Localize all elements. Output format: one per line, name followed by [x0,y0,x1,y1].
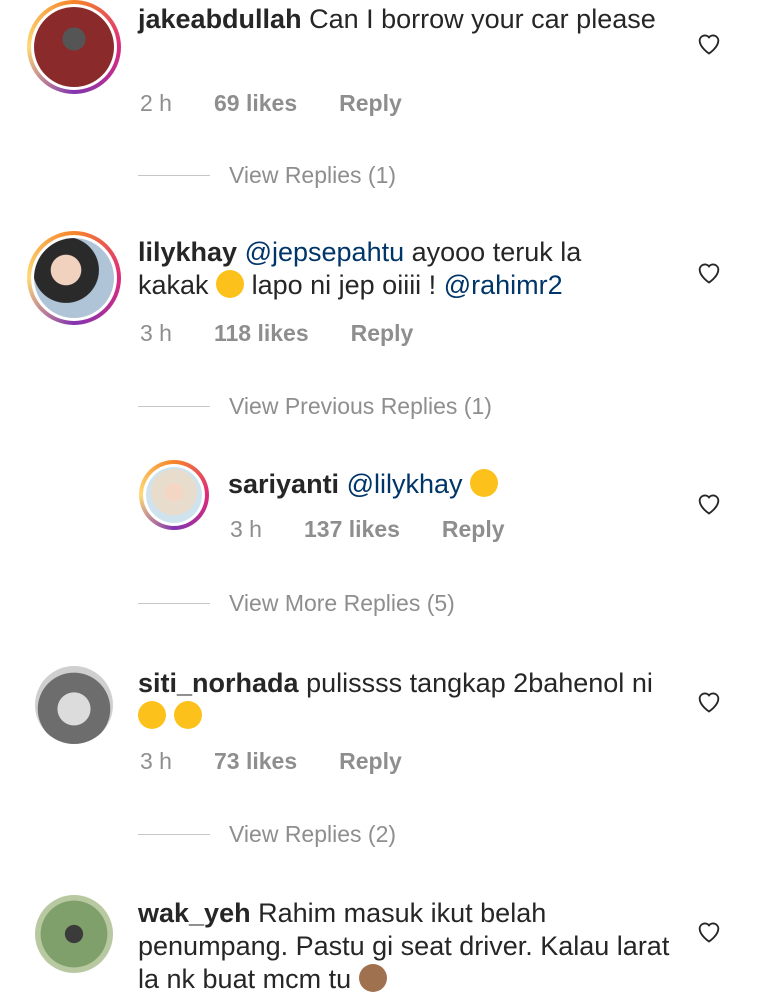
likes-count[interactable]: 118 likes [214,320,309,347]
likes-count[interactable]: 73 likes [214,748,297,775]
username-link[interactable]: sariyanti [228,469,339,499]
heart-icon[interactable] [695,30,723,56]
comment-body-continued: lapo ni jep oiiii ! [251,270,437,300]
heart-icon[interactable] [695,490,723,516]
comment-text: siti_norhada pulissss tangkap 2bahenol n… [138,667,678,733]
laugh-emoji-icon [470,469,499,497]
likes-count[interactable]: 69 likes [214,90,297,117]
laugh-emoji-icon [216,270,245,298]
heart-icon[interactable] [695,918,723,944]
tongue-emoji-icon [138,701,166,729]
view-previous-replies-button[interactable]: View Previous Replies (1) [138,393,492,420]
comment-body: pulissss tangkap 2bahenol [306,668,625,698]
comment-body: Can I borrow your car please [309,4,656,34]
comment-body-continued: ni [631,668,653,698]
view-replies-button[interactable]: View Replies (2) [138,821,396,848]
divider [138,406,210,407]
mention-link[interactable]: @lilykhay [347,469,463,499]
comment-text: wak_yeh Rahim masuk ikut belah penumpang… [138,897,678,996]
username-link[interactable]: lilykhay [138,237,237,267]
divider [138,603,210,604]
comment-text: lilykhay @jepsepahtu ayooo teruk la kaka… [138,236,658,302]
mention-link[interactable]: @jepsepahtu [245,237,405,267]
avatar[interactable] [27,0,121,94]
comment-text: jakeabdullah Can I borrow your car pleas… [138,3,658,36]
view-more-replies-button[interactable]: View More Replies (5) [138,590,455,617]
view-replies-label: View Replies (1) [229,162,397,188]
avatar[interactable] [35,895,113,973]
timestamp: 2 h [140,90,172,116]
avatar[interactable] [139,460,209,530]
comment-meta: 3 h 137 likes Reply [230,516,547,543]
mention-link[interactable]: @rahimr2 [444,270,563,300]
comment-text: sariyanti @lilykhay [228,468,658,501]
timestamp: 3 h [140,748,172,774]
avatar[interactable] [27,231,121,325]
comment-meta: 3 h 118 likes Reply [140,320,455,347]
heart-icon[interactable] [695,688,723,714]
username-link[interactable]: wak_yeh [138,898,251,928]
monkey-emoji-icon [358,964,387,992]
timestamp: 3 h [230,516,262,542]
timestamp: 3 h [140,320,172,346]
reply-button[interactable]: Reply [351,320,414,347]
reply-button[interactable]: Reply [339,748,402,775]
reply-button[interactable]: Reply [339,90,402,117]
heart-icon[interactable] [695,259,723,285]
avatar[interactable] [35,666,113,744]
divider [138,834,210,835]
tongue-emoji-icon [173,701,202,729]
username-link[interactable]: jakeabdullah [138,4,302,34]
username-link[interactable]: siti_norhada [138,668,299,698]
comment-meta: 3 h 73 likes Reply [140,748,444,775]
view-replies-label: View More Replies (5) [229,590,455,616]
reply-button[interactable]: Reply [442,516,505,543]
view-replies-button[interactable]: View Replies (1) [138,162,396,189]
view-replies-label: View Replies (2) [229,821,397,847]
likes-count[interactable]: 137 likes [304,516,400,543]
divider [138,175,210,176]
comment-meta: 2 h 69 likes Reply [140,90,444,117]
view-replies-label: View Previous Replies (1) [229,393,492,419]
